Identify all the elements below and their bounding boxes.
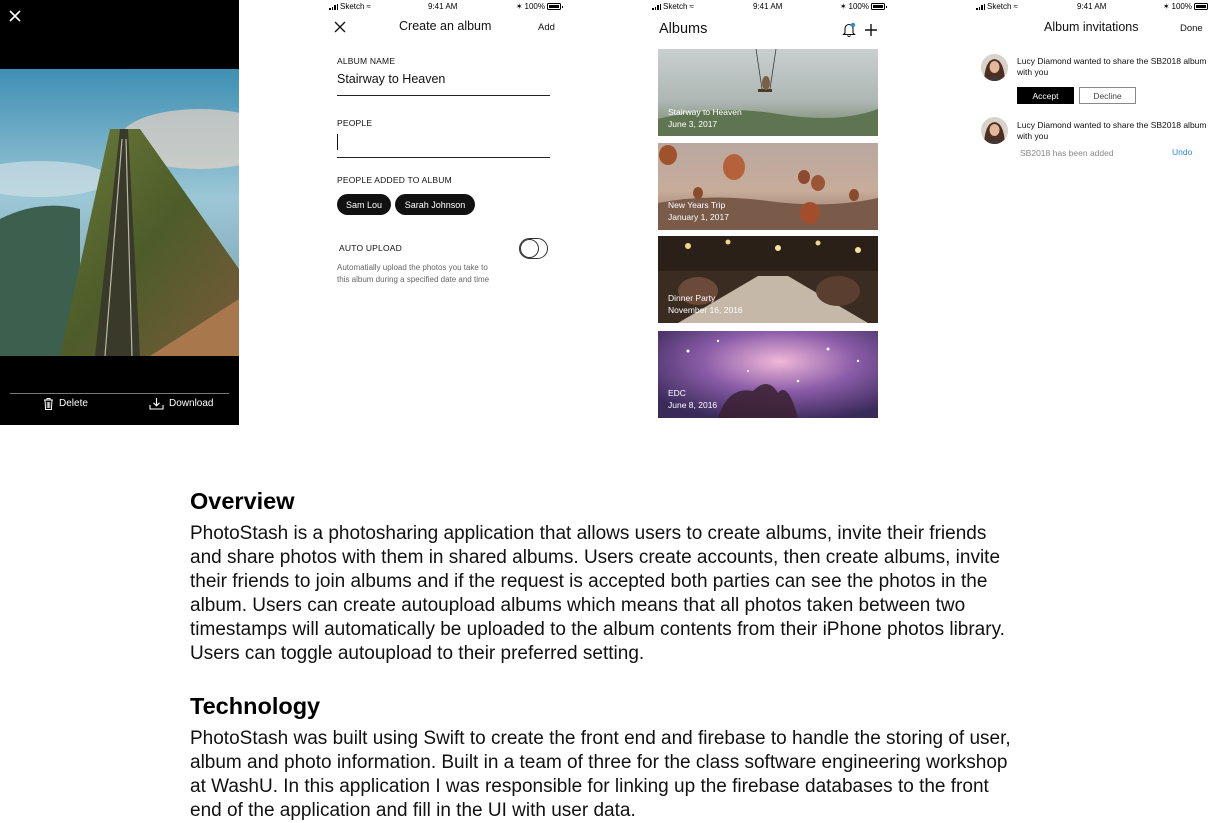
close-icon[interactable] [334,21,346,33]
carrier-name: Sketch [340,2,365,11]
signal-icon [976,3,985,10]
toggle-knob [520,239,539,258]
album-date: November 16, 2016 [668,305,743,315]
accept-button[interactable]: Accept [1017,87,1074,104]
status-bar: Sketch ≈ 9:41 AM ✶ 100% [329,0,563,13]
people-input-caret [337,134,338,150]
page-title: Create an album [399,19,492,33]
added-confirmation: SB2018 has been added [1020,148,1114,158]
bell-icon[interactable] [842,22,856,37]
signal-icon [652,3,661,10]
album-name: New Years Trip [668,200,726,210]
delete-label: Delete [59,398,88,409]
create-album-screen: Sketch ≈ 9:41 AM ✶ 100% Create an album … [329,0,563,425]
overview-body: PhotoStash is a photosharing application… [190,523,1005,665]
battery-icon [871,3,887,10]
bluetooth-icon: ✶ [515,2,523,11]
delete-button[interactable]: Delete [43,397,88,410]
avatar [981,117,1008,144]
album-date: June 8, 2016 [668,400,718,410]
album-date: January 1, 2017 [668,212,729,222]
bluetooth-icon: ✶ [1162,2,1170,11]
clock: 9:41 AM [753,2,783,11]
battery-percent: 100% [1171,2,1192,11]
battery-icon [547,3,563,10]
invitation-message: Lucy Diamond wanted to share the SB2018 … [1017,120,1207,141]
undo-button[interactable]: Undo [1172,147,1192,157]
decline-button[interactable]: Decline [1079,87,1136,104]
album-card[interactable]: Dinner Party November 16, 2016 [658,236,878,323]
page-title: Albums [659,21,708,37]
person-chip[interactable]: Sam Lou [337,194,391,215]
album-name: Stairway to Heaven [668,107,742,117]
auto-upload-toggle[interactable] [519,238,548,259]
technology-heading: Technology [190,693,321,719]
people-label: PEOPLE [337,118,373,128]
clock: 9:41 AM [428,2,458,11]
trash-icon [44,398,53,410]
download-label: Download [169,398,214,409]
auto-upload-label: AUTO UPLOAD [339,243,402,253]
full-photo [0,69,239,356]
album-card[interactable]: EDC June 8, 2016 [658,331,878,418]
album-card[interactable]: Stairway to Heaven June 3, 2017 [658,49,878,136]
download-button[interactable]: Download [149,397,213,410]
avatar [981,54,1008,81]
add-button[interactable]: Add [538,22,555,33]
album-date: June 3, 2017 [668,119,718,129]
toolbar-divider [10,393,229,394]
album-name-input[interactable]: Stairway to Heaven [337,72,445,86]
plus-icon[interactable] [864,23,878,37]
album-card[interactable]: New Years Trip January 1, 2017 [658,143,878,230]
page-title: Album invitations [1044,20,1139,34]
overview-heading: Overview [190,488,295,514]
album-invitations-screen: Sketch ≈ 9:41 AM ✶ 100% Album invitation… [976,0,1208,425]
auto-upload-description: Automatially upload the photos you take … [337,263,490,284]
album-name-label: ALBUM NAME [337,56,396,66]
wifi-icon: ≈ [689,2,694,11]
wifi-icon: ≈ [366,2,371,11]
wifi-icon: ≈ [1013,2,1018,11]
status-bar: Sketch ≈ 9:41 AM ✶ 100% [652,0,887,13]
people-input[interactable] [337,157,550,158]
album-name-underline [337,95,550,96]
album-name: Dinner Party [668,293,716,303]
invitation-message: Lucy Diamond wanted to share the SB2018 … [1017,56,1207,77]
battery-percent: 100% [524,2,545,11]
done-button[interactable]: Done [1180,23,1203,34]
photo-viewer-screen: Delete Download [0,0,239,425]
bluetooth-icon: ✶ [839,2,847,11]
status-bar: Sketch ≈ 9:41 AM ✶ 100% [976,0,1208,13]
download-icon [149,398,164,410]
carrier-name: Sketch [663,2,688,11]
albums-screen: Sketch ≈ 9:41 AM ✶ 100% Albums Stairway … [652,0,887,425]
battery-percent: 100% [848,2,869,11]
battery-icon [1194,3,1208,10]
person-chip[interactable]: Sarah Johnson [395,194,475,215]
album-name: EDC [668,388,686,398]
people-added-label: PEOPLE ADDED TO ALBUM [337,175,452,185]
carrier-name: Sketch [987,2,1012,11]
close-icon[interactable] [8,9,22,23]
signal-icon [329,3,338,10]
clock: 9:41 AM [1077,2,1107,11]
technology-body: PhotoStash was built using Swift to crea… [190,728,1011,822]
